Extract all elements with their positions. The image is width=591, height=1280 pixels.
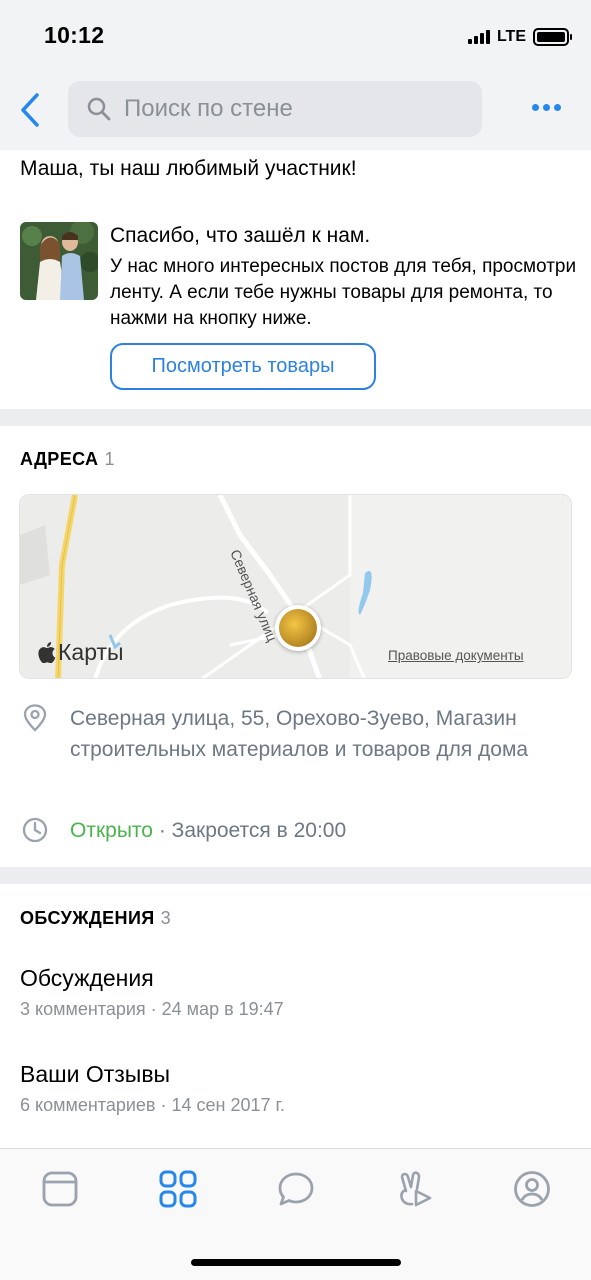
tab-profile[interactable] [512, 1169, 552, 1209]
discussions-header: ОБСУЖДЕНИЯ 3 [20, 908, 171, 929]
addresses-header-label: АДРЕСА [20, 449, 99, 469]
chevron-left-icon [21, 93, 39, 127]
discussion-title: Обсуждения [20, 965, 154, 991]
discussion-meta: 6 комментариев · 14 сен 2017 г. [20, 1095, 285, 1115]
profile-icon [514, 1171, 550, 1207]
search-input[interactable] [124, 95, 464, 123]
view-products-button[interactable]: Посмотреть товары [110, 343, 376, 390]
maps-logo: Карты [38, 639, 124, 666]
tab-messages[interactable] [276, 1169, 316, 1209]
nav-bar [0, 70, 591, 150]
clips-icon [400, 1171, 432, 1207]
address-text: Северная улица, 55, Орехово-Зуево, Магаз… [70, 707, 529, 761]
closing-time: · Закроется в 20:00 [152, 819, 347, 842]
welcome-text: У нас много интересных постов для тебя, … [110, 256, 577, 329]
welcome-title: Спасибо, что зашёл к нам. [110, 224, 371, 247]
tab-clips[interactable] [394, 1169, 434, 1209]
greeting-text: Маша, ты наш любимый участник! [20, 157, 357, 180]
discussions-header-label: ОБСУЖДЕНИЯ [20, 908, 155, 928]
section-divider [0, 867, 591, 884]
addresses-header: АДРЕСА 1 [20, 449, 115, 470]
open-status: Открыто [70, 819, 153, 842]
discussion-meta: 3 комментария · 24 мар в 19:47 [20, 999, 284, 1019]
messages-icon [278, 1172, 314, 1206]
hours-text: Открыто · Закроется в 20:00 [70, 815, 570, 846]
tab-services[interactable] [158, 1169, 198, 1209]
welcome-avatar [20, 222, 98, 300]
more-button[interactable] [532, 104, 561, 111]
map-pin[interactable] [275, 605, 321, 651]
discussions-count: 3 [160, 908, 172, 928]
battery-icon [533, 28, 572, 46]
status-bar: 10:12 LTE [0, 0, 591, 70]
maps-logo-text: Карты [58, 639, 124, 665]
dot-icon [543, 104, 550, 111]
network-label: LTE [496, 28, 526, 45]
search-box[interactable] [68, 81, 482, 137]
addresses-count: 1 [104, 449, 115, 469]
discussion-item[interactable]: Ваши Отзывы 6 комментариев · 14 сен 2017… [20, 1061, 570, 1116]
location-pin-icon [23, 704, 47, 732]
address-row[interactable]: Северная улица, 55, Орехово-Зуево, Магаз… [20, 703, 580, 798]
home-indicator [191, 1259, 401, 1266]
status-indicators: LTE [467, 26, 572, 48]
feed-icon [42, 1171, 78, 1207]
hours-row[interactable]: Открыто · Закроется в 20:00 [20, 815, 580, 847]
tab-feed[interactable] [40, 1169, 80, 1209]
map-view[interactable]: Северная улиц Карты Правовые документы [19, 494, 572, 679]
status-time: 10:12 [44, 22, 105, 48]
services-icon [159, 1170, 197, 1208]
back-button[interactable] [14, 90, 46, 130]
clock-icon [22, 817, 48, 843]
dot-icon [532, 104, 539, 111]
signal-icon [467, 30, 490, 44]
dot-icon [554, 104, 561, 111]
discussion-item[interactable]: Обсуждения 3 комментария · 24 мар в 19:4… [20, 965, 570, 1020]
search-icon [87, 97, 111, 121]
apple-icon [38, 642, 56, 663]
discussion-title: Ваши Отзывы [20, 1061, 171, 1087]
section-divider [0, 409, 591, 426]
legal-documents-link[interactable]: Правовые документы [388, 648, 524, 663]
